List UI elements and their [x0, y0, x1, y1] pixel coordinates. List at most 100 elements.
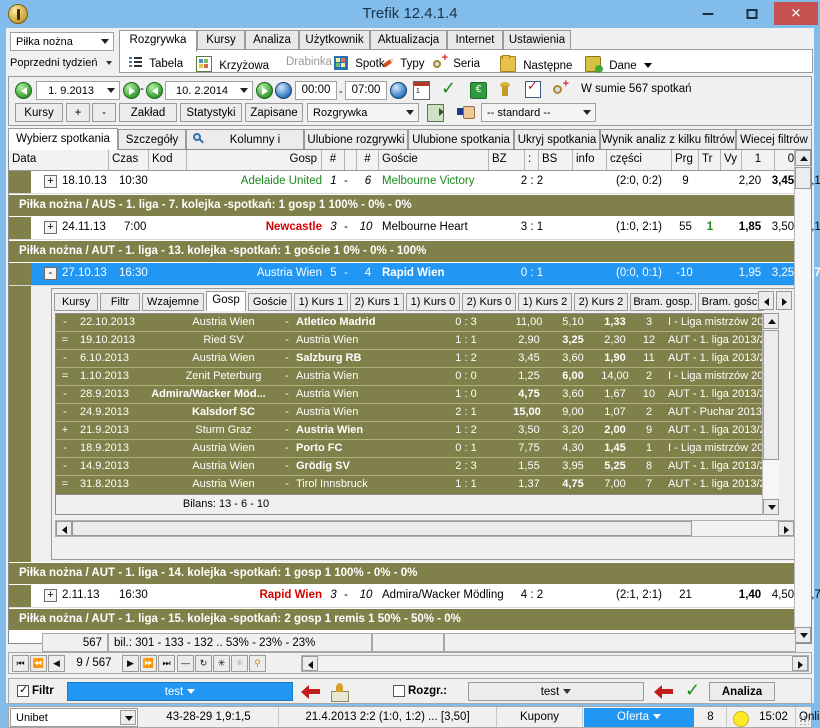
col-header-prg[interactable]: Prg — [672, 150, 699, 170]
checklist-icon[interactable]: ✓ — [525, 79, 541, 98]
col-header-vy[interactable]: Vy — [721, 150, 742, 170]
rozgr-value-button[interactable]: test — [468, 682, 644, 701]
nav-refresh-button[interactable]: ↻ — [195, 655, 212, 672]
detail-tab-goscie[interactable]: Goście — [248, 293, 292, 311]
tab-ulubione-rozgrywki[interactable]: Ulubione rozgrywki — [304, 129, 408, 150]
calendar-icon[interactable]: 1 — [413, 81, 430, 100]
detail-row[interactable]: - 22.10.2013 Austria Wien - Atletico Mad… — [56, 314, 776, 332]
date-from-next-button[interactable] — [123, 82, 140, 99]
filtr-value-button[interactable]: test — [67, 682, 293, 701]
scroll-thumb[interactable] — [72, 521, 692, 536]
detail-tabs-scroll-right[interactable] — [776, 291, 792, 310]
detail-tab-kursy[interactable]: Kursy — [54, 293, 98, 311]
row-expander[interactable]: + — [44, 589, 57, 602]
command-krzyzowa[interactable]: Krzyżowa — [196, 53, 269, 72]
close-button[interactable]: ✕ — [774, 2, 818, 25]
tab-kursy[interactable]: Kursy — [197, 30, 245, 50]
pointer-hand-icon[interactable] — [457, 105, 475, 119]
kursy-button[interactable]: Kursy — [15, 103, 63, 122]
detail-row[interactable]: = 19.10.2013 Ried SV - Austria Wien 1 : … — [56, 332, 776, 350]
command-typy[interactable]: Typy — [381, 53, 424, 71]
tab-kolumny-i-statystyki[interactable]: Kolumny i statystyki — [186, 129, 304, 166]
tab-szczegoly[interactable]: Szczegóły — [118, 129, 186, 150]
scroll-right-button[interactable] — [778, 521, 794, 536]
col-header-czesci[interactable]: części — [607, 150, 672, 170]
col-header-bs[interactable]: BS — [539, 150, 573, 170]
filtr-checkbox[interactable] — [17, 683, 29, 697]
book-icon[interactable] — [331, 683, 349, 702]
col-header-hash1[interactable]: # — [322, 150, 345, 170]
col-header-info[interactable]: info — [573, 150, 607, 170]
bookmaker-combo[interactable]: Unibet — [10, 708, 138, 727]
scroll-thumb[interactable] — [795, 167, 811, 189]
detail-row[interactable]: - 28.9.2013 Admira/Wacker Möd... - Austr… — [56, 386, 776, 404]
tab-ustawienia[interactable]: Ustawienia — [503, 30, 571, 50]
row-collapse[interactable]: - — [44, 267, 57, 280]
table-row[interactable]: + 18.10.13 10:30 Adelaide United 1 - 6 M… — [9, 171, 820, 194]
scroll-left-button[interactable] — [56, 521, 72, 536]
col-header-data[interactable]: Data — [9, 150, 109, 170]
minus-button[interactable]: - — [92, 103, 116, 122]
detail-row[interactable]: - 14.9.2013 Austria Wien - Grödig SV 2 :… — [56, 458, 776, 476]
tab-uzytkownik[interactable]: Użytkownik — [299, 30, 370, 50]
grid-vertical-scrollbar[interactable] — [794, 150, 811, 643]
date-from-combo[interactable]: 1. 9.2013 — [36, 81, 120, 100]
detail-vertical-scrollbar[interactable] — [762, 313, 779, 515]
euro-icon[interactable]: € — [470, 82, 487, 99]
tab-aktualizacja[interactable]: Aktualizacja — [370, 30, 447, 50]
nav-delete-button[interactable]: — — [177, 655, 194, 672]
col-header-odds1[interactable]: 1 — [742, 150, 775, 170]
view-combo[interactable]: Rozgrywka — [307, 103, 419, 122]
row-expander[interactable]: + — [44, 175, 57, 188]
detail-tab-kurs2b[interactable]: 2) Kurs 2 — [574, 293, 628, 311]
detail-row[interactable]: - 18.9.2013 Austria Wien - Porto FC 0 : … — [56, 440, 776, 458]
minimize-button[interactable] — [686, 2, 730, 25]
row-expander[interactable]: + — [44, 221, 57, 234]
col-header-gosp[interactable]: Gosp — [187, 150, 322, 170]
detail-tab-wzajemne[interactable]: Wzajemne — [142, 293, 204, 311]
time-from-clock-button[interactable] — [275, 82, 292, 99]
check-icon[interactable]: ✓ — [685, 682, 700, 700]
detail-tab-filtr[interactable]: Filtr — [100, 293, 140, 311]
command-seria[interactable]: Seria — [433, 53, 480, 71]
detail-tab-kurs1b[interactable]: 2) Kurs 1 — [350, 293, 404, 311]
oferta-button[interactable]: Oferta — [584, 708, 694, 727]
nav-star-dim-button[interactable]: ✳ — [231, 655, 248, 672]
nav-prev-button[interactable]: ◀ — [48, 655, 65, 672]
detail-row[interactable]: + 21.9.2013 Sturm Graz - Austria Wien 1 … — [56, 422, 776, 440]
tab-ulubione-spotkania[interactable]: Ulubione spotkania — [408, 129, 514, 150]
command-spotk[interactable]: Spotk — [334, 53, 385, 71]
detail-tab-kurs1a[interactable]: 1) Kurs 1 — [294, 293, 348, 311]
coin-icon[interactable] — [498, 82, 512, 97]
zaklad-button[interactable]: Zakład — [119, 103, 177, 122]
detail-row[interactable]: - 24.9.2013 Kalsdorf SC - Austria Wien 2… — [56, 404, 776, 422]
col-header-kod[interactable]: Kod — [149, 150, 187, 170]
scroll-down-button[interactable] — [763, 499, 779, 515]
time-to-input[interactable]: 07:00 — [345, 81, 387, 100]
scroll-left-button[interactable] — [302, 656, 318, 671]
detail-tab-bram-gosp[interactable]: Bram. gosp. — [630, 293, 696, 311]
nav-next-page-button[interactable]: ⏩ — [140, 655, 157, 672]
command-tabela[interactable]: Tabela — [128, 53, 183, 71]
nav-prev-page-button[interactable]: ⏪ — [30, 655, 47, 672]
date-to-combo[interactable]: 10. 2.2014 — [165, 81, 253, 100]
scroll-thumb[interactable] — [763, 330, 779, 460]
nav-last-button[interactable]: ⏭ — [158, 655, 175, 672]
detail-row[interactable]: = 31.8.2013 Austria Wien - Tirol Innsbru… — [56, 476, 776, 494]
table-row-selected[interactable]: - 27.10.13 16:30 Austria Wien 5 - 4 Rapi… — [9, 263, 820, 286]
detail-tab-kurs0b[interactable]: 2) Kurs 0 — [462, 293, 516, 311]
maximize-button[interactable] — [730, 2, 774, 25]
time-from-input[interactable]: 00:00 — [295, 81, 337, 100]
detail-row[interactable]: - 6.10.2013 Austria Wien - Salzburg RB 1… — [56, 350, 776, 368]
col-header-tr[interactable]: Tr — [699, 150, 721, 170]
scroll-right-button[interactable] — [792, 656, 808, 671]
standard-combo[interactable]: -- standard -- — [481, 103, 596, 122]
rozgr-checkbox[interactable] — [393, 685, 405, 697]
scroll-up-button[interactable] — [795, 150, 811, 166]
analiza-button[interactable]: Analiza — [709, 682, 775, 701]
col-header-bz[interactable]: BZ — [489, 150, 525, 170]
tab-internet[interactable]: Internet — [447, 30, 503, 50]
date-to-prev-button[interactable] — [146, 82, 163, 99]
nav-next-button[interactable]: ▶ — [122, 655, 139, 672]
detail-tab-kurs0a[interactable]: 1) Kurs 0 — [406, 293, 460, 311]
